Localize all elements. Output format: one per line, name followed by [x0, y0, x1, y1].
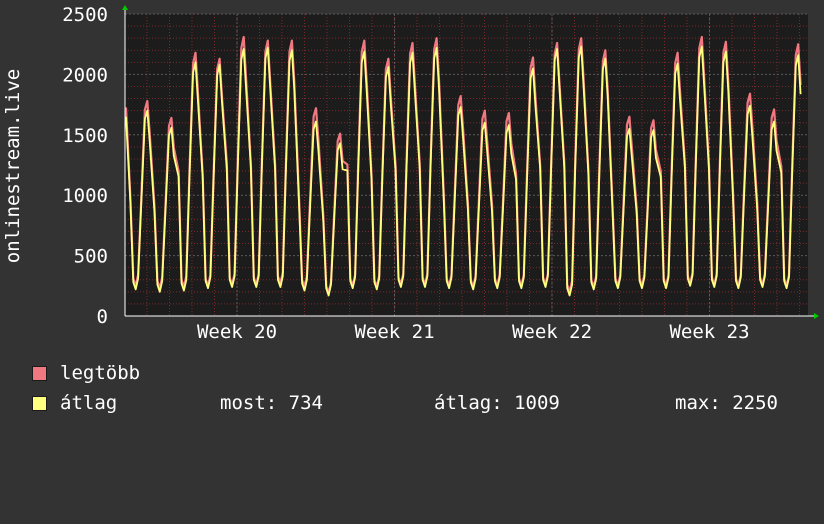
legend-label-atlag: átlag [60, 392, 118, 414]
legend-row-legtobb: legtöbb [32, 362, 140, 384]
y-tick-label: 1000 [62, 185, 108, 207]
y-tick-label: 2500 [62, 4, 108, 26]
y-tick-label: 500 [74, 246, 108, 268]
legend-swatch-legtobb [32, 366, 47, 381]
x-tick-label: Week 22 [512, 321, 592, 343]
x-tick-label: Week 20 [197, 321, 277, 343]
y-tick-label: 0 [97, 306, 108, 328]
y-axis-label: onlinestream.live [2, 69, 24, 263]
y-axis-arrow [122, 5, 128, 10]
stat-most: most: 734 [220, 392, 323, 414]
x-axis-arrow [814, 313, 819, 319]
x-tick-label: Week 21 [354, 321, 434, 343]
x-tick-label: Week 23 [669, 321, 749, 343]
legend-label-legtobb: legtöbb [60, 362, 141, 384]
stat-atlag: átlag: 1009 [434, 392, 560, 414]
y-tick-label: 1500 [62, 125, 108, 147]
y-tick-label: 2000 [62, 64, 108, 86]
legend-swatch-atlag [32, 396, 47, 411]
stat-max: max: 2250 [675, 392, 778, 414]
legend-row-atlag: átlag most: 734 átlag: 1009 max: 2250 [32, 392, 822, 414]
